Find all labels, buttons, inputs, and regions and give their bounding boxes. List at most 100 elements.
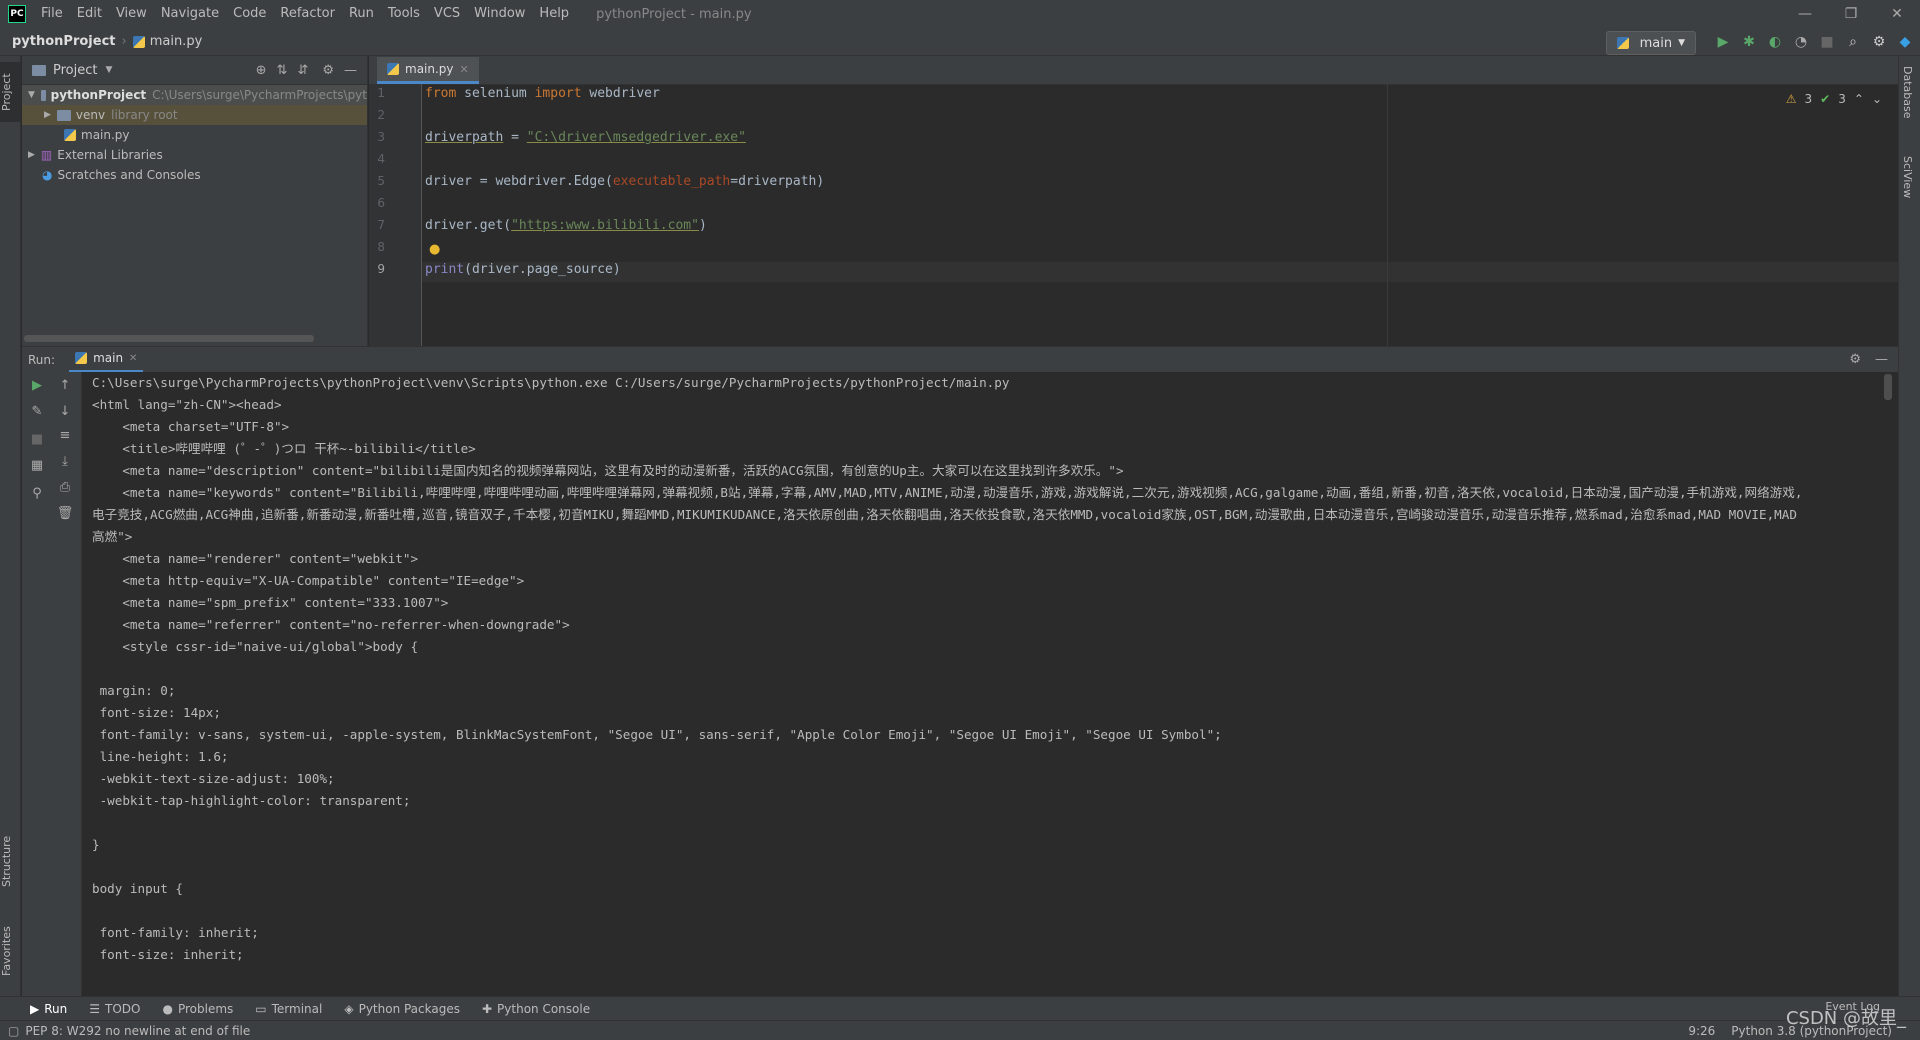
sciview-tool-tab[interactable]: SciView — [1901, 156, 1914, 236]
gear-icon[interactable]: ⚙ — [1870, 34, 1888, 50]
tool-tab-problems[interactable]: ● Problems — [162, 1002, 233, 1016]
cursor-position[interactable]: 9:26 — [1688, 1024, 1715, 1038]
locate-file-icon[interactable]: ⊕ — [256, 63, 267, 78]
collapse-all-icon[interactable]: ⇵ — [297, 63, 308, 78]
check-icon: ✔ — [1820, 92, 1831, 106]
wrench-icon[interactable]: ✎ — [26, 404, 48, 419]
menu-view[interactable]: View — [109, 0, 154, 28]
folder-icon — [40, 89, 46, 101]
database-tool-tab[interactable]: Database — [1901, 66, 1914, 146]
tree-item-external-libraries[interactable]: ▶ ▥ External Libraries — [22, 145, 367, 165]
print-icon[interactable]: ⎙ — [54, 480, 76, 495]
debug-icon[interactable]: ✱ — [1740, 34, 1758, 50]
chevron-down-icon[interactable]: ▼ — [105, 65, 112, 75]
python-file-icon — [387, 63, 399, 75]
pycharm-logo-icon: PC — [8, 5, 26, 23]
menu-file[interactable]: File — [34, 0, 70, 28]
profile-icon[interactable]: ◔ — [1792, 34, 1810, 50]
tree-item-scratches[interactable]: ◕ Scratches and Consoles — [22, 165, 367, 185]
menu-edit[interactable]: Edit — [70, 0, 109, 28]
menu-help[interactable]: Help — [532, 0, 576, 28]
pin-icon[interactable]: ⚲ — [26, 486, 48, 501]
scroll-to-end-icon[interactable]: ⤓ — [54, 454, 76, 469]
close-tab-icon[interactable]: ✕ — [460, 63, 469, 76]
rerun-icon[interactable]: ▶ — [26, 378, 48, 393]
chevron-up-icon[interactable]: ⌃ — [1854, 92, 1864, 106]
expand-all-icon[interactable]: ⇅ — [277, 63, 288, 78]
arrow-down-icon[interactable]: ↓ — [54, 404, 76, 419]
line-number-gutter: 1 2 3 4 5 6 7 8 9 — [369, 84, 422, 346]
status-bar: ▢ PEP 8: W292 no newline at end of file … — [0, 1020, 1920, 1040]
status-toggle-icon[interactable]: ▢ — [8, 1024, 19, 1038]
project-panel-title[interactable]: Project — [53, 63, 97, 78]
breadcrumb-project[interactable]: pythonProject — [12, 34, 116, 49]
gear-icon[interactable]: ⚙ — [1849, 352, 1861, 367]
editor-tab-main-py[interactable]: main.py ✕ — [377, 57, 479, 84]
menu-tools[interactable]: Tools — [381, 0, 427, 28]
menu-window[interactable]: Window — [467, 0, 532, 28]
close-tab-icon[interactable]: ✕ — [129, 353, 137, 364]
tree-item-project-root[interactable]: ▼ pythonProject C:\Users\surge\PycharmPr… — [22, 85, 367, 105]
run-tab-main[interactable]: main ✕ — [69, 347, 144, 373]
tool-tab-python-packages[interactable]: ◈ Python Packages — [344, 1002, 460, 1016]
arrow-up-icon[interactable]: ↑ — [54, 378, 76, 393]
tree-item-main-py[interactable]: main.py — [22, 125, 367, 145]
coverage-icon[interactable]: ◐ — [1766, 34, 1784, 50]
restore-button[interactable]: ❐ — [1828, 0, 1874, 28]
chevron-down-icon: ▼ — [1678, 38, 1685, 48]
code-line-1[interactable]: from selenium import webdriver — [425, 86, 660, 101]
terminal-icon: ▭ — [255, 1001, 267, 1016]
vertical-scrollbar[interactable] — [1884, 374, 1892, 400]
chevron-down-icon[interactable]: ⌄ — [1872, 92, 1882, 106]
stop-icon[interactable]: ■ — [1818, 34, 1836, 50]
tool-tab-python-console[interactable]: ✚ Python Console — [482, 1002, 590, 1016]
menu-vcs[interactable]: VCS — [427, 0, 467, 28]
line-number: 7 — [377, 218, 385, 232]
layout-icon[interactable]: ▦ — [26, 458, 48, 473]
console-line: <meta charset="UTF-8"> — [92, 419, 290, 434]
trash-icon[interactable]: 🗑 — [54, 506, 76, 521]
line-number: 9 — [377, 262, 385, 276]
code-line-7[interactable]: driver.get("https:www.bilibili.com") — [425, 218, 707, 233]
stop-icon[interactable]: ■ — [26, 432, 48, 447]
minimize-button[interactable]: — — [1782, 0, 1828, 28]
info-icon: ● — [162, 1001, 173, 1016]
project-tool-tab[interactable]: Project — [0, 62, 21, 122]
menu-code[interactable]: Code — [226, 0, 273, 28]
console-line: body input { — [92, 881, 183, 896]
search-icon[interactable]: ⌕ — [1844, 34, 1862, 50]
tool-tab-terminal[interactable]: ▭ Terminal — [255, 1002, 322, 1016]
soft-wrap-icon[interactable]: ≡ — [54, 428, 76, 443]
code-line-3[interactable]: driverpath = "C:\driver\msedgedriver.exe… — [425, 130, 746, 145]
hide-panel-icon[interactable]: — — [1875, 352, 1888, 367]
favorites-tool-tab[interactable]: Favorites — [0, 916, 21, 986]
menu-run[interactable]: Run — [342, 0, 381, 28]
jetbrains-toolbox-icon[interactable]: ◆ — [1896, 34, 1914, 50]
run-configuration-select[interactable]: main ▼ — [1605, 31, 1696, 55]
gear-icon[interactable]: ⚙ — [322, 63, 334, 78]
tool-tab-run[interactable]: ▶ Run — [30, 1002, 67, 1016]
code-line-5[interactable]: driver = webdriver.Edge(executable_path=… — [425, 174, 824, 189]
python-console-icon: ✚ — [481, 1001, 493, 1016]
run-tab-label: main — [93, 351, 124, 365]
run-icon[interactable]: ▶ — [1714, 34, 1732, 50]
run-toolbar: ▶ ↑ ✎ ↓ ■ ≡ ▦ ⤓ ⎙ ⚲ 🗑 — [22, 372, 82, 996]
structure-tool-tab[interactable]: Structure — [0, 826, 21, 896]
console-output[interactable]: C:\Users\surge\PycharmProjects\pythonPro… — [82, 372, 1898, 996]
menu-navigate[interactable]: Navigate — [154, 0, 226, 28]
run-panel-header: Run: main ✕ ⚙ — — [22, 346, 1898, 373]
close-button[interactable]: ✕ — [1874, 0, 1920, 28]
hide-panel-icon[interactable]: — — [344, 63, 357, 78]
menu-refactor[interactable]: Refactor — [273, 0, 342, 28]
status-message[interactable]: PEP 8: W292 no newline at end of file — [25, 1024, 250, 1038]
lightbulb-icon[interactable]: ● — [429, 242, 440, 257]
tool-tab-todo[interactable]: ☰ TODO — [89, 1002, 140, 1016]
code-line-9[interactable]: print(driver.page_source) — [425, 262, 621, 277]
chevron-right-icon: ▶ — [44, 110, 51, 120]
run-configuration-label: main — [1639, 35, 1673, 51]
tree-item-venv[interactable]: ▶ venv library root — [22, 105, 367, 125]
breadcrumb-file[interactable]: main.py — [150, 34, 203, 49]
bottom-tool-tabs: ▶ Run ☰ TODO ● Problems ▭ Terminal ◈ Pyt… — [0, 996, 1920, 1020]
inspection-widget[interactable]: ⚠ 3 ✔ 3 ⌃ ⌄ — [1786, 92, 1882, 106]
horizontal-scrollbar[interactable] — [24, 335, 314, 342]
